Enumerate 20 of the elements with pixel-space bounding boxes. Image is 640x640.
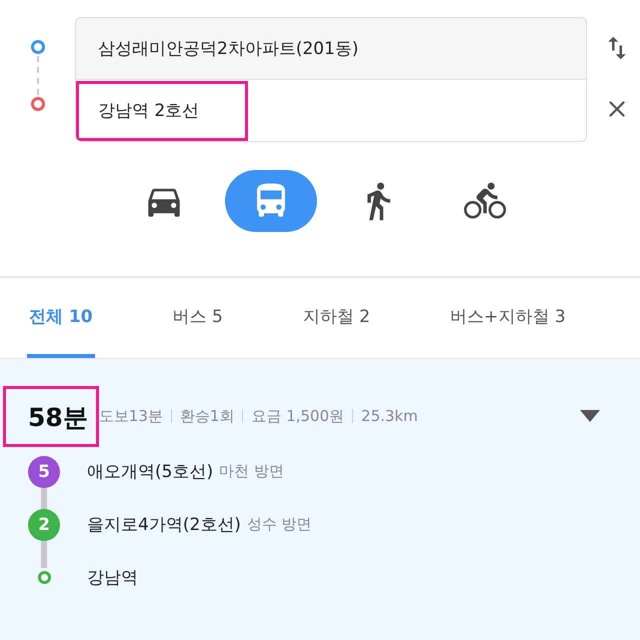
route-detail: 도보13분 — [98, 406, 163, 426]
origin-dot-icon — [30, 40, 44, 54]
direction-text: 마천 방면 — [219, 462, 284, 481]
duration-text: 58분 — [3, 386, 99, 446]
station-name: 을지로4가역(2호선) — [87, 514, 241, 536]
route-detail: 환승1회 — [180, 406, 234, 426]
station-name: 강남역 — [87, 567, 138, 589]
direction-text: 성수 방면 — [246, 515, 312, 534]
destination-field[interactable]: 강남역 2호선 — [76, 80, 586, 141]
line-badge: 2 — [28, 508, 60, 540]
filter-tab[interactable]: 지하철 2 — [300, 278, 372, 358]
origin-field[interactable]: 삼성래미안공덕2차아파트(201동) — [76, 18, 586, 80]
filter-tab[interactable]: 버스 5 — [170, 278, 225, 358]
station-name: 애오개역(5호선) — [87, 461, 214, 483]
line-badge: 5 — [28, 456, 60, 488]
filter-tab[interactable]: 버스+지하철 3 — [448, 278, 568, 358]
destination-dot-icon — [30, 97, 44, 111]
route-detail: 25.3km — [361, 407, 418, 425]
dropdown-caret-icon[interactable] — [580, 410, 600, 422]
route-detail: 요금 1,500원 — [251, 406, 344, 426]
